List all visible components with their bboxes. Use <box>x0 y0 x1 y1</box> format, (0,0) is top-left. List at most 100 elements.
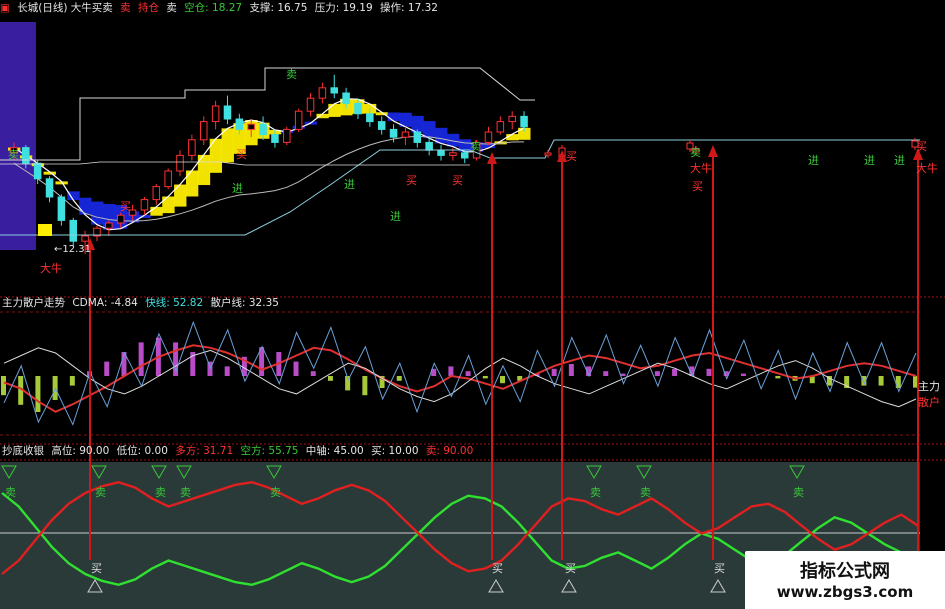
cdma-bar <box>448 366 454 376</box>
chart-annotation: 卖 <box>286 68 297 81</box>
purple-band <box>0 22 36 250</box>
signal-label: 卖 <box>5 486 16 499</box>
price-panel-title: 长城(日线) 大牛买卖 <box>17 2 113 14</box>
candle-body <box>413 131 422 143</box>
chart-annotation: 大牛 <box>916 161 938 175</box>
chart-annotation: 进 <box>390 210 401 223</box>
chart-annotation: 卖 <box>690 146 701 159</box>
candle-body <box>377 121 386 130</box>
operation-label: 操作: 17.32 <box>380 2 438 14</box>
main-retail-panel <box>1 320 918 426</box>
buy-label: 买: 10.00 <box>371 445 419 457</box>
chart-annotation: 买 <box>566 150 577 163</box>
bull-label: 多方: 31.71 <box>175 445 234 457</box>
signal-label: 买 <box>565 562 576 575</box>
candle-body <box>69 219 78 242</box>
candle-body <box>211 105 220 123</box>
trend-band-block <box>221 128 234 163</box>
pressure-label: 压力: 19.19 <box>314 2 373 14</box>
cdma-bar <box>482 376 488 379</box>
low-label: 低位: 0.00 <box>116 445 168 457</box>
chart-annotation: 进 <box>808 154 819 167</box>
signal-arrow-head <box>708 145 718 157</box>
candle-body <box>389 128 398 138</box>
chart-annotation: 买 <box>120 200 131 213</box>
signal-label: 卖 <box>180 486 191 499</box>
trend-band-block <box>328 103 341 117</box>
trend-band-block <box>387 112 400 122</box>
candle-body <box>306 97 315 112</box>
candle-body <box>484 131 493 143</box>
signal-label: 买 <box>714 562 725 575</box>
candle-body <box>449 152 457 156</box>
operation-line <box>0 161 470 166</box>
watermark: 指标公式网 www.zbgs3.com <box>745 551 945 609</box>
panel2-right-label: 主力 <box>918 380 940 393</box>
cdma-bar <box>500 376 506 384</box>
candle-body <box>508 115 516 123</box>
candle-body <box>223 105 232 120</box>
cdma-bar <box>207 361 213 376</box>
signal-label: 卖 <box>793 486 804 499</box>
candle-body <box>520 115 528 128</box>
low-point-box <box>38 224 52 236</box>
candle-body <box>81 235 89 242</box>
candle-body <box>164 170 172 188</box>
candle-body <box>199 121 208 141</box>
cdma-bar <box>740 373 746 376</box>
panel-icon: ▣ <box>0 2 10 14</box>
cdma-bar <box>568 364 574 376</box>
candle-body <box>45 178 54 198</box>
watermark-url: www.zbgs3.com <box>776 583 914 601</box>
sell-marker: 卖 <box>120 2 131 14</box>
chart-annotation: 大牛 <box>690 161 712 175</box>
cdma-bar <box>52 376 58 400</box>
support-label: 支撑: 16.75 <box>249 2 308 14</box>
cdma-label: CDMA: -4.84 <box>72 297 138 309</box>
candle-body <box>330 87 339 94</box>
cdma-bar <box>706 368 712 376</box>
candle-body <box>235 118 244 130</box>
price-panel <box>0 67 920 255</box>
chart-annotation: 进 <box>232 182 243 195</box>
trend-band-block <box>79 197 92 215</box>
signal-label: 卖 <box>640 486 651 499</box>
watermark-title: 指标公式网 <box>800 561 890 582</box>
cdma-bar <box>327 376 333 381</box>
candle-body <box>437 149 445 156</box>
cdma-bar <box>396 376 402 381</box>
price-panel-header: ▣ 长城(日线) 大牛买卖 卖 持仓 卖 空仓: 18.27 支撑: 16.75… <box>0 0 442 16</box>
candle-body <box>318 87 327 99</box>
chart-annotation: 买 <box>406 174 417 187</box>
chart-annotation: 进 <box>894 154 905 167</box>
cdma-bar <box>551 368 557 376</box>
cdma-bar <box>104 361 110 376</box>
cdma-bar <box>69 376 75 386</box>
hold-label: 持仓 <box>137 2 159 14</box>
trend-band-block <box>185 170 199 197</box>
main-retail-title: 主力散户走势 <box>2 297 65 309</box>
cdma-bar <box>654 371 660 376</box>
cdma-bar <box>775 376 781 379</box>
trend-band-block <box>162 196 175 214</box>
candle-body <box>188 139 196 156</box>
candle-body <box>33 162 42 180</box>
chart-annotation: 买 <box>916 140 927 153</box>
candle-body <box>247 123 255 130</box>
empty-label: 空仓: 18.27 <box>184 2 243 14</box>
signal-label: 卖 <box>95 486 106 499</box>
high-label: 高位: 90.00 <box>51 445 110 457</box>
candle-body <box>105 222 113 229</box>
signal-label: 卖 <box>270 486 281 499</box>
candle-body <box>294 110 303 130</box>
chart-annotation: 卖 <box>470 140 481 153</box>
cdma-bar <box>1 376 6 396</box>
cdma-bar <box>362 376 368 396</box>
candle-body <box>425 141 433 151</box>
panel2-right-label: 散户 <box>918 395 940 409</box>
candle-body <box>116 214 125 224</box>
signal-label: 买 <box>492 562 503 575</box>
sell-level-label: 卖: 90.00 <box>425 445 474 457</box>
candle-body <box>283 128 291 143</box>
chart-annotation: 进 <box>344 178 355 191</box>
